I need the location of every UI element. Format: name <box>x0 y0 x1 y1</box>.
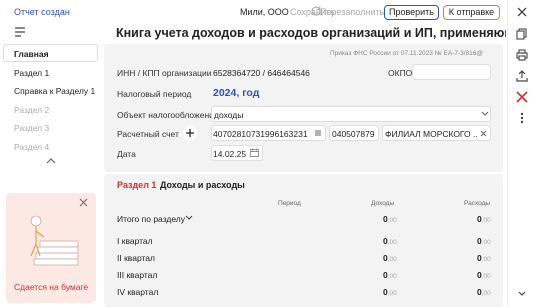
upload-icon[interactable] <box>515 69 529 83</box>
calendar-icon[interactable] <box>250 148 259 157</box>
q3-expense[interactable]: 0,00 <box>477 270 491 280</box>
q4-expense[interactable]: 0,00 <box>477 287 491 297</box>
bik-value: 040507879 <box>332 129 375 139</box>
bank-value: ФИЛИАЛ МОРСКОГО ... <box>385 129 477 139</box>
inn-label: ИНН / КПП организации <box>117 68 212 78</box>
sidebar-item-section-3[interactable]: Раздел 3 <box>14 123 96 133</box>
sidebar-item-section-2[interactable]: Раздел 2 <box>14 105 96 115</box>
inn-value: 6528364720 / 646464546 <box>213 68 310 78</box>
sidebar-item-section-1-note[interactable]: Справка к Разделу 1 <box>14 86 96 96</box>
sidebar-item-main[interactable]: Главная <box>14 49 96 59</box>
q3-income[interactable]: 0,00 <box>383 270 397 280</box>
col-expense: Расходы <box>464 200 491 207</box>
q1-expense[interactable]: 0,00 <box>477 236 491 246</box>
row-total-label: Итого по разделу <box>117 214 186 224</box>
date-value: 14.02.25 <box>213 149 247 159</box>
paper-stack-illustration <box>30 215 79 266</box>
row-q1: I квартал <box>117 236 153 246</box>
q1-income[interactable]: 0,00 <box>383 236 397 246</box>
print-icon[interactable] <box>515 48 529 62</box>
page-title: Книга учета доходов и расходов организац… <box>116 26 506 40</box>
clear-icon[interactable] <box>480 130 487 137</box>
section-number: Раздел 1 <box>117 180 157 190</box>
object-value: доходы <box>214 110 244 120</box>
q4-income[interactable]: 0,00 <box>383 287 397 297</box>
q2-income[interactable]: 0,00 <box>383 253 397 263</box>
section-title: Доходы и расходы <box>160 180 245 190</box>
total-expense: 0,00 <box>477 214 491 224</box>
row-total[interactable]: Итого по разделу <box>117 214 185 224</box>
delete-icon[interactable] <box>515 90 529 104</box>
list-icon[interactable] <box>314 129 322 137</box>
more-icon[interactable] <box>515 111 529 125</box>
okpo-input[interactable] <box>412 64 491 80</box>
add-account-icon[interactable] <box>182 125 198 141</box>
object-label: Объект налогообложения <box>117 110 219 120</box>
col-period: Период <box>278 200 301 207</box>
row-q3: III квартал <box>117 270 158 280</box>
report-status: Отчет создан <box>14 7 70 17</box>
section-1-panel <box>104 174 503 307</box>
chevron-down-icon[interactable] <box>185 215 193 221</box>
send-button[interactable]: К отправке <box>443 5 500 20</box>
regulation-note: Приказ ФНС России от 07.11.2023 № ЕА-7-3… <box>330 50 483 57</box>
check-button[interactable]: Проверить <box>384 5 439 20</box>
close-icon[interactable] <box>79 198 88 207</box>
close-icon[interactable] <box>515 5 529 19</box>
sidebar-item-section-1[interactable]: Раздел 1 <box>14 68 96 78</box>
date-label: Дата <box>117 149 136 159</box>
okpo-label: ОКПО <box>388 68 413 78</box>
copy-icon[interactable] <box>515 27 529 41</box>
scroll-down-icon[interactable] <box>515 287 529 301</box>
paper-submission-label: Сдается на бумаге <box>14 282 89 292</box>
row-q4: IV квартал <box>117 287 159 297</box>
object-select[interactable] <box>211 106 491 122</box>
chevron-down-icon <box>481 111 489 116</box>
account-label: Расчетный счет <box>117 129 179 139</box>
sidebar-item-section-4[interactable]: Раздел 4 <box>14 142 96 152</box>
period-label: Налоговый период <box>117 89 192 99</box>
right-toolbar <box>507 0 535 307</box>
refill-button[interactable]: Перезаполнить <box>320 7 384 17</box>
period-value[interactable]: 2024, год <box>213 87 259 99</box>
total-income: 0,00 <box>383 214 397 224</box>
organization-name[interactable]: Мили, ООО <box>240 7 289 17</box>
account-value: 40702810731996163231 <box>213 129 308 139</box>
menu-icon[interactable] <box>14 27 26 37</box>
app: Отчет создан Мили, ООО Сохранить Перезап… <box>0 0 535 307</box>
q2-expense[interactable]: 0,00 <box>477 253 491 263</box>
col-income: Доходы <box>371 200 395 207</box>
top-bar: Отчет создан Мили, ООО Сохранить Перезап… <box>0 0 535 26</box>
row-q2: II квартал <box>117 253 155 263</box>
chevron-up-icon[interactable] <box>45 157 57 165</box>
